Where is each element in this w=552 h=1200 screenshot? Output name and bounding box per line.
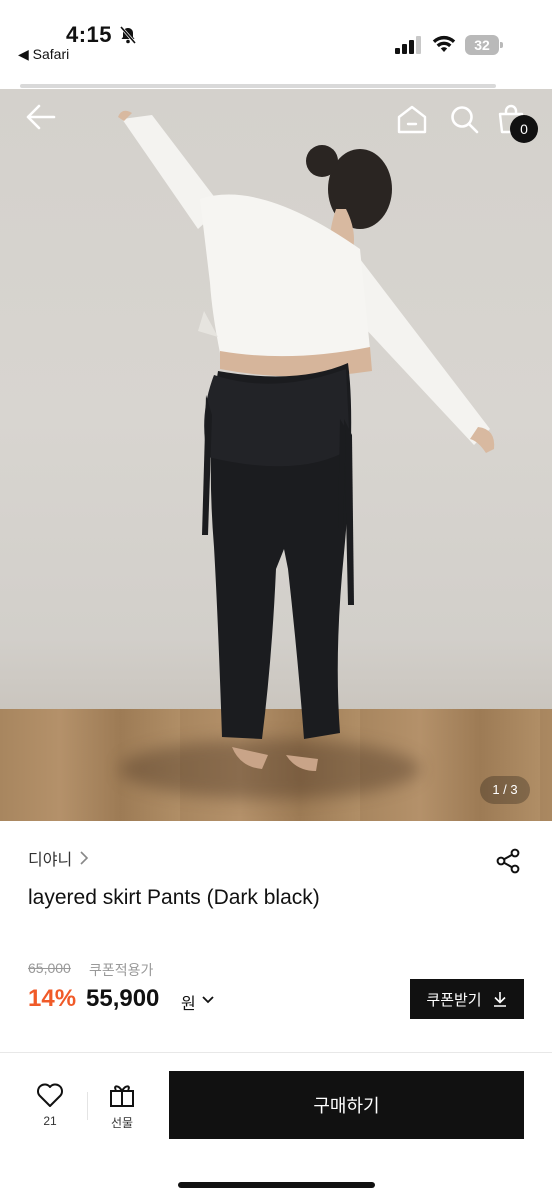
model-figure xyxy=(118,110,495,771)
status-time: 4:15 xyxy=(66,22,113,47)
chevron-right-icon xyxy=(80,851,89,865)
like-button[interactable]: 21 xyxy=(30,1082,70,1132)
battery-level: 32 xyxy=(465,35,499,55)
back-to-safari-link[interactable]: ◀ Safari xyxy=(18,46,69,63)
mute-icon xyxy=(119,26,137,44)
sale-price: 55,900 xyxy=(86,985,160,1012)
gallery-page-indicator: 1 / 3 xyxy=(480,776,530,804)
discount-rate: 14% xyxy=(28,985,77,1012)
bottom-bar-separator xyxy=(87,1092,88,1120)
currency-unit: 원 xyxy=(181,996,196,1013)
get-coupon-button[interactable]: 쿠폰받기 xyxy=(410,979,524,1019)
original-price: 65,000 xyxy=(28,960,71,976)
share-icon[interactable] xyxy=(495,848,521,874)
status-bar: 4:15 ◀ Safari 32 xyxy=(0,0,552,88)
signal-icon xyxy=(395,36,421,54)
gift-icon xyxy=(110,1085,134,1107)
buy-button[interactable]: 구매하기 xyxy=(169,1071,524,1139)
chevron-down-icon[interactable] xyxy=(201,994,215,1006)
heart-icon xyxy=(37,1083,63,1107)
gift-button[interactable]: 선물 xyxy=(104,1082,140,1132)
search-icon[interactable] xyxy=(449,104,479,134)
battery-indicator: 32 xyxy=(465,35,503,55)
home-icon[interactable] xyxy=(396,104,428,134)
battery-tip xyxy=(500,42,503,48)
section-divider xyxy=(0,1052,552,1053)
gift-label: 선물 xyxy=(110,1116,134,1130)
product-image[interactable] xyxy=(0,89,552,821)
product-title: layered skirt Pants (Dark black) xyxy=(28,886,320,909)
like-count: 21 xyxy=(43,1114,57,1128)
back-arrow-icon[interactable] xyxy=(24,100,58,134)
cart-count-badge: 0 xyxy=(510,115,538,143)
coupon-price-note: 쿠폰적용가 xyxy=(89,962,154,978)
home-indicator xyxy=(178,1182,375,1188)
download-icon xyxy=(493,992,506,1007)
coupon-button-label: 쿠폰받기 xyxy=(426,991,482,1009)
brand-link[interactable]: 디야니 xyxy=(28,846,90,870)
browser-url-strip xyxy=(20,84,496,88)
brand-name: 디야니 xyxy=(28,852,73,869)
wifi-icon xyxy=(432,35,456,52)
